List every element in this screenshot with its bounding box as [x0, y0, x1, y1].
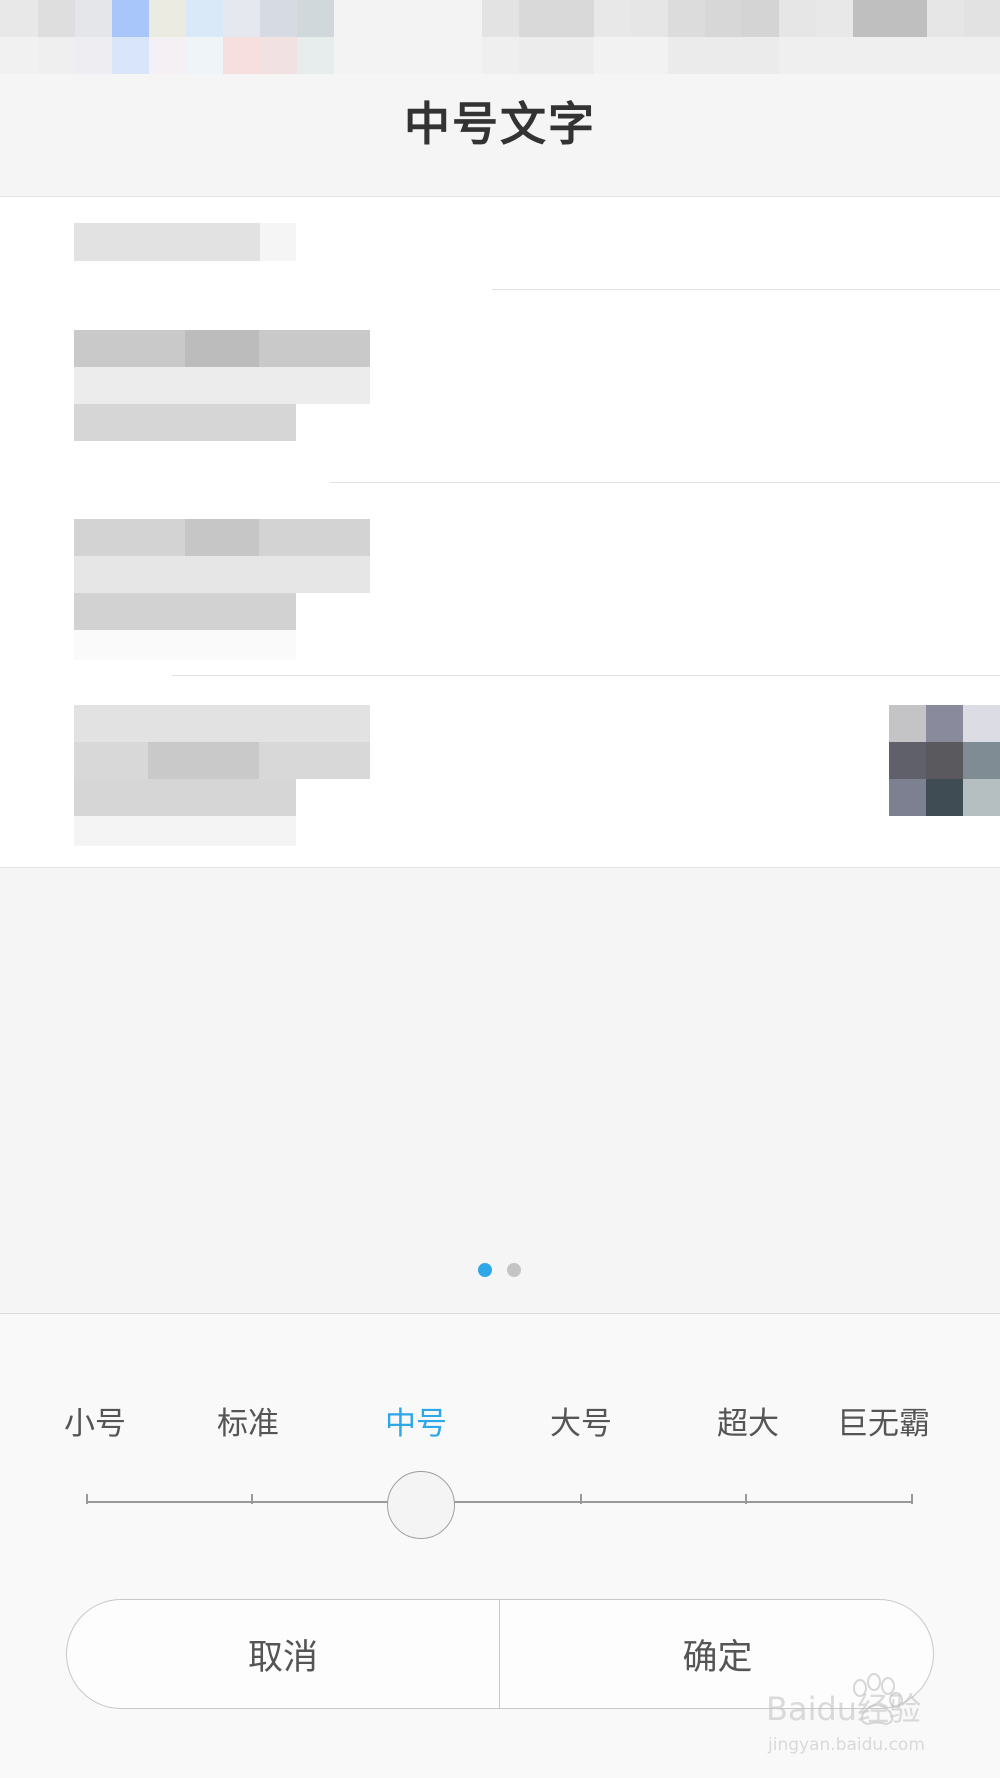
preview-row [0, 290, 1000, 482]
slider-thumb[interactable] [387, 1471, 455, 1539]
svg-text:Baidu经验: Baidu经验 [766, 1690, 921, 1728]
size-option-small[interactable]: 小号 [64, 1398, 126, 1443]
preview-row [0, 483, 1000, 675]
size-option-extra-large[interactable]: 超大 [717, 1398, 779, 1443]
font-size-settings-screen: 中号文字 小号 标准 中号 大号 超大 巨无霸 取消 确定 Baidu经验 ji… [0, 0, 1000, 1778]
slider-tick [580, 1494, 582, 1504]
slider-tick [251, 1494, 253, 1504]
size-option-huge[interactable]: 巨无霸 [837, 1398, 930, 1443]
slider-track[interactable] [87, 1501, 913, 1503]
slider-tick [911, 1494, 913, 1504]
slider-tick [745, 1494, 747, 1504]
page-title: 中号文字 [404, 97, 596, 151]
status-bar [0, 0, 1000, 74]
size-option-large[interactable]: 大号 [550, 1398, 612, 1443]
page-dot-active [478, 1263, 492, 1277]
baidu-paw-icon: Baidu经验 jingyan.baidu.com [766, 1673, 925, 1755]
cancel-button[interactable]: 取消 [67, 1600, 500, 1708]
preview-row [0, 197, 1000, 289]
size-option-medium[interactable]: 中号 [385, 1398, 447, 1443]
redacted-text [74, 705, 370, 742]
page-indicator [0, 1263, 1000, 1279]
size-option-standard[interactable]: 标准 [217, 1398, 279, 1443]
preview-row [0, 676, 1000, 868]
baidu-jingyan-watermark: Baidu经验 jingyan.baidu.com [764, 1668, 954, 1758]
svg-text:jingyan.baidu.com: jingyan.baidu.com [767, 1735, 925, 1755]
page-dot [507, 1263, 521, 1277]
slider-tick [86, 1494, 88, 1504]
font-preview-list [0, 196, 1000, 868]
